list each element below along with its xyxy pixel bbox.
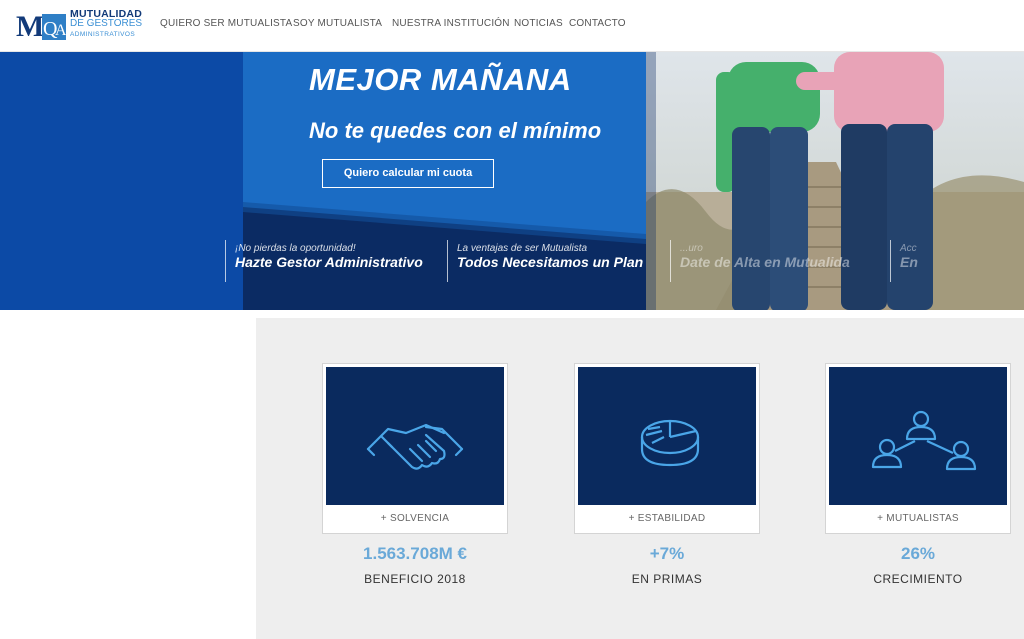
card-label-solvencia: + SOLVENCIA — [380, 513, 450, 524]
people-network-icon — [871, 410, 977, 471]
site-logo[interactable]: M Q A MUTUALIDAD DE GESTORES ADMINISTRAT… — [16, 6, 146, 46]
stat-value-solvencia: 1.563.708M € — [363, 544, 467, 563]
nav-noticias[interactable]: NOTICIAS — [514, 18, 563, 29]
svg-text:A: A — [55, 22, 67, 39]
card-label-mutualistas: + MUTUALISTAS — [877, 513, 959, 524]
slide-4-small: Acc — [900, 243, 917, 254]
svg-text:M: M — [16, 10, 44, 43]
hero-banner: MEJOR MAÑANA No te quedes con el mínimo … — [0, 52, 1024, 310]
hero-slide-4[interactable]: Acc En — [890, 240, 1020, 282]
hero-slide-3[interactable]: ...uro Date de Alta en Mutualida — [670, 240, 870, 282]
nav-soy-mutualista[interactable]: SOY MUTUALISTA — [293, 18, 382, 29]
slide-1-title: Hazte Gestor Administrativo — [235, 254, 423, 270]
slide-1-small: ¡No pierdas la oportunidad! — [235, 243, 356, 254]
nav-nuestra-institucion[interactable]: NUESTRA INSTITUCIÓN — [392, 18, 510, 29]
calculate-quota-button[interactable]: Quiero calcular mi cuota — [322, 159, 494, 188]
hero-title: MEJOR MAÑANA — [309, 62, 572, 97]
stats-section: + SOLVENCIA 1.563.708M € BENEFICIO 2018 … — [256, 318, 1024, 639]
slide-4-title: En — [900, 254, 918, 270]
stat-caption-estabilidad: EN PRIMAS — [631, 572, 703, 586]
nav-contacto[interactable]: CONTACTO — [569, 18, 626, 29]
hero-slide-1[interactable]: ¡No pierdas la oportunidad! Hazte Gestor… — [225, 240, 440, 282]
stat-card-mutualistas[interactable]: + MUTUALISTAS — [825, 363, 1011, 534]
stat-value-mutualistas: 26% — [900, 544, 936, 563]
slide-2-small: La ventajas de ser Mutualista — [457, 243, 588, 254]
nav-quiero-ser-mutualista[interactable]: QUIERO SER MUTUALISTA — [160, 18, 292, 29]
slide-3-small: ...uro — [680, 243, 703, 254]
hero-left-panel — [0, 52, 243, 310]
card-label-estabilidad: + ESTABILIDAD — [628, 513, 706, 524]
stat-card-solvencia[interactable]: + SOLVENCIA — [322, 363, 508, 534]
pie-chart-icon — [640, 419, 700, 467]
handshake-icon — [366, 423, 464, 470]
logo-line-3: ADMINISTRATIVOS — [70, 31, 136, 38]
site-header: M Q A MUTUALIDAD DE GESTORES ADMINISTRAT… — [0, 0, 1024, 52]
logo-mark-icon: M Q A — [16, 10, 67, 43]
stat-caption-solvencia: BENEFICIO 2018 — [364, 572, 466, 586]
logo-line-2: DE GESTORES — [70, 18, 143, 29]
stat-value-estabilidad: +7% — [649, 544, 685, 563]
slide-3-title: Date de Alta en Mutualida — [680, 254, 850, 270]
hero-subtitle: No te quedes con el mínimo — [309, 118, 602, 143]
slide-2-title: Todos Necesitamos un Plan — [457, 254, 644, 270]
stat-card-estabilidad[interactable]: + ESTABILIDAD — [574, 363, 760, 534]
stat-caption-mutualistas: CRECIMIENTO — [873, 572, 963, 586]
hero-slide-2[interactable]: La ventajas de ser Mutualista Todos Nece… — [447, 240, 652, 282]
